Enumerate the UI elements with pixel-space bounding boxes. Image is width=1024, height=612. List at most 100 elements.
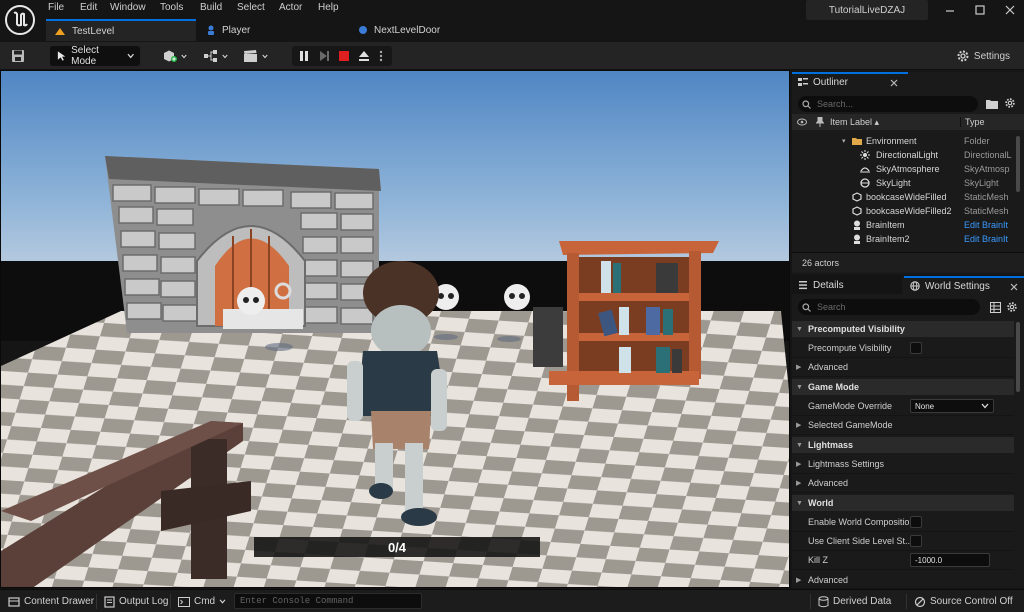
save-button[interactable]	[8, 46, 28, 66]
derived-data-button[interactable]: Derived Data	[814, 593, 895, 610]
level-icon	[55, 28, 65, 35]
more-options-icon[interactable]	[378, 50, 384, 62]
column-type[interactable]: Type	[960, 117, 985, 127]
close-icon[interactable]	[1002, 3, 1018, 17]
outliner-scrollbar[interactable]	[1016, 136, 1020, 192]
subsection-selected-gamemode[interactable]: ▶ Selected GameMode	[792, 416, 1014, 435]
output-log-icon	[104, 595, 115, 608]
menu-actor[interactable]: Actor	[279, 2, 302, 13]
maximize-icon[interactable]	[972, 3, 988, 17]
tab-nextleveldoor[interactable]: NextLevelDoor	[350, 19, 500, 41]
tab-outliner[interactable]: Outliner	[792, 72, 908, 90]
menu-file[interactable]: File	[48, 2, 64, 13]
menu-edit[interactable]: Edit	[80, 2, 97, 13]
details-scrollbar[interactable]	[1016, 322, 1020, 392]
cinematics-button[interactable]	[240, 46, 270, 66]
outliner-row-bookcasewidefilled2[interactable]: bookcaseWideFilled2 StaticMesh	[792, 204, 1014, 218]
settings-button[interactable]: Settings	[948, 46, 1018, 66]
gear-icon[interactable]	[1004, 97, 1016, 109]
subsection-advanced[interactable]: ▶ Advanced	[792, 570, 1014, 589]
menu-help[interactable]: Help	[318, 2, 339, 13]
subsection-label: Lightmass Settings	[808, 459, 885, 469]
level-viewport[interactable]: 0/4	[0, 70, 790, 588]
close-tab-icon[interactable]	[1010, 283, 1018, 291]
subsection-advanced[interactable]: ▶ Advanced	[792, 474, 1014, 493]
tab-player[interactable]: Player	[198, 19, 348, 41]
outliner-search-input[interactable]	[817, 99, 957, 109]
gamemode-override-dropdown[interactable]: None	[910, 399, 994, 413]
pause-icon[interactable]	[298, 50, 310, 62]
precompute-visibility-checkbox[interactable]	[910, 342, 922, 354]
content-drawer-button[interactable]: Content Drawer	[4, 593, 98, 610]
category-lightmass[interactable]: ▼ Lightmass	[792, 437, 1014, 453]
details-panel: Details World Settings ▼ Precomputed Vis…	[792, 276, 1024, 588]
play-controls	[292, 46, 392, 66]
category-world[interactable]: ▼ World	[792, 495, 1014, 511]
details-icon	[799, 281, 807, 290]
outliner-row-bookcasewidefilled[interactable]: bookcaseWideFilled StaticMesh	[792, 190, 1014, 204]
subsection-label: Advanced	[808, 478, 849, 488]
prop-kill-z: Kill Z -1000.0	[792, 551, 1014, 570]
stop-icon[interactable]	[338, 50, 350, 62]
gear-icon[interactable]	[1006, 301, 1018, 313]
details-search[interactable]	[798, 299, 980, 315]
outliner-row-brainitem2[interactable]: BrainItem2 Edit BrainIt	[792, 232, 1014, 246]
clapperboard-icon	[243, 50, 257, 62]
tab-world-settings[interactable]: World Settings	[904, 276, 1024, 294]
eject-icon[interactable]	[358, 50, 370, 62]
edit-blueprint-link[interactable]: Edit BrainIt	[964, 234, 1014, 244]
expand-arrow-icon[interactable]: ▾	[842, 137, 846, 145]
chevron-down-icon	[180, 54, 187, 58]
static-mesh-icon	[852, 206, 862, 216]
category-game-mode[interactable]: ▼ Game Mode	[792, 379, 1014, 395]
sun-light-icon	[860, 150, 870, 160]
kill-z-input[interactable]: -1000.0	[910, 553, 990, 567]
minimize-icon[interactable]	[942, 3, 958, 17]
tab-details[interactable]: Details	[792, 276, 902, 294]
enable-world-composition-checkbox[interactable]	[910, 516, 922, 528]
console-command-input[interactable]	[235, 594, 421, 608]
visibility-eye-icon[interactable]	[797, 118, 807, 126]
sky-light-icon	[860, 178, 870, 188]
outliner-search[interactable]	[798, 96, 978, 112]
menu-build[interactable]: Build	[200, 2, 222, 13]
details-search-input[interactable]	[817, 302, 957, 312]
blueprints-button[interactable]	[200, 46, 230, 66]
cmd-dropdown[interactable]: Cmd	[174, 593, 230, 610]
source-control-button[interactable]: Source Control Off	[910, 593, 1017, 610]
edit-blueprint-link[interactable]: Edit BrainIt	[964, 220, 1014, 230]
menu-select[interactable]: Select	[237, 2, 265, 13]
outliner-row-brainitem[interactable]: BrainItem Edit BrainIt	[792, 218, 1014, 232]
step-frame-icon[interactable]	[318, 50, 330, 62]
sky-atmosphere-icon	[860, 167, 870, 173]
console-command-field[interactable]	[234, 593, 422, 609]
add-folder-icon[interactable]	[986, 98, 998, 109]
column-item-label[interactable]: Item Label ▴	[830, 117, 879, 128]
outliner-row-environment[interactable]: ▾ Environment Folder	[792, 134, 1014, 148]
menu-window[interactable]: Window	[110, 2, 146, 13]
add-actor-button[interactable]	[160, 46, 188, 66]
outliner-row-skyatmosphere[interactable]: SkyAtmosphere SkyAtmosp	[792, 162, 1014, 176]
prop-label: Precompute Visibility	[808, 343, 892, 353]
outliner-row-skylight[interactable]: SkyLight SkyLight	[792, 176, 1014, 190]
prop-gamemode-override: GameMode Override None	[792, 397, 1014, 416]
client-side-streaming-checkbox[interactable]	[910, 535, 922, 547]
subsection-lightmass-settings[interactable]: ▶ Lightmass Settings	[792, 455, 1014, 474]
close-tab-icon[interactable]	[890, 79, 898, 87]
table-view-icon[interactable]	[990, 302, 1001, 313]
menu-tools[interactable]: Tools	[160, 2, 183, 13]
subsection-advanced[interactable]: ▶ Advanced	[792, 358, 1014, 377]
derived-data-label: Derived Data	[833, 596, 892, 607]
tab-testlevel[interactable]: TestLevel	[46, 19, 196, 41]
select-mode-dropdown[interactable]: Select Mode	[50, 45, 140, 67]
outliner-row-directionallight[interactable]: DirectionalLight DirectionalL	[792, 148, 1014, 162]
output-log-button[interactable]: Output Log	[100, 593, 172, 610]
category-precomputed-visibility[interactable]: ▼ Precomputed Visibility	[792, 321, 1014, 337]
pin-icon[interactable]	[816, 117, 824, 127]
content-drawer-label: Content Drawer	[24, 596, 95, 607]
unreal-logo-icon[interactable]	[4, 4, 36, 36]
tab-label: TestLevel	[72, 25, 115, 37]
chevron-down-icon	[221, 54, 228, 58]
outliner-item-type: StaticMesh	[964, 192, 1009, 202]
source-control-off-icon	[914, 596, 926, 607]
